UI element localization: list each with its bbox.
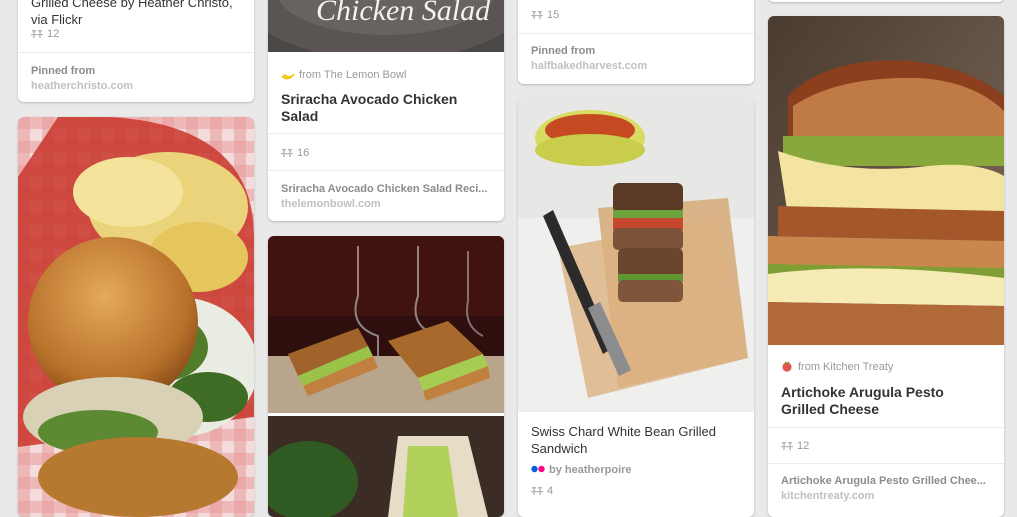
pin-attribution-text: from Kitchen Treaty (798, 361, 894, 373)
pin-card-halfbaked[interactable]: 15 Pinned from halfbakedharvest.com (518, 0, 754, 84)
pinner-attribution[interactable]: by heatherpoire (531, 464, 632, 476)
pin-title[interactable]: Sriracha Avocado Chicken Salad (281, 91, 492, 125)
repin-count[interactable]: 12 (781, 440, 809, 452)
repin-icon (531, 487, 543, 495)
artichoke-grilled-cheese-photo (768, 16, 1004, 345)
repin-count-value: 12 (47, 28, 60, 40)
image-caption: Chicken Salad (316, 0, 491, 27)
repin-icon (281, 149, 293, 157)
repin-count-value: 12 (797, 440, 810, 452)
repin-count[interactable]: 12 (31, 28, 59, 40)
pin-attribution-text: from The Lemon Bowl (299, 69, 407, 81)
pin-source-link[interactable]: halfbakedharvest.com (531, 60, 647, 72)
pin-card-sriracha-avocado[interactable]: Chicken Salad from The Lemon Bowl Srirac… (268, 0, 504, 221)
tomato-icon (782, 361, 792, 372)
divider (768, 427, 1004, 428)
repin-icon (31, 30, 43, 38)
pin-card-artichoke-pesto[interactable]: from Kitchen Treaty Artichoke Arugula Pe… (768, 16, 1004, 517)
pin-description-line: Grilled Cheese by Heather Christo, (31, 0, 233, 10)
board-title[interactable]: Sriracha Avocado Chicken Salad Reci... (281, 183, 492, 195)
pinned-from-label: Pinned from (31, 65, 96, 77)
pinned-from-label: Pinned from (531, 45, 596, 57)
pin-title[interactable]: Artichoke Arugula Pesto Grilled Cheese (781, 384, 992, 418)
divider (518, 33, 754, 34)
pin-image[interactable] (768, 16, 1004, 345)
lemon-icon (281, 73, 295, 80)
divider (268, 133, 504, 134)
pin-card-grilled-cheese[interactable]: Grilled Cheese by Heather Christo, via F… (18, 0, 254, 102)
divider (518, 411, 754, 412)
repin-count-value: 16 (297, 147, 310, 159)
pin-card-avocado-grilled-cheese[interactable] (268, 236, 504, 517)
chicken-salad-sandwich-photo (18, 117, 254, 517)
pin-description[interactable]: Swiss Chard White Bean Grilled Sandwich (531, 423, 742, 457)
pin-attribution[interactable]: from The Lemon Bowl (281, 69, 406, 81)
pin-source-link[interactable]: heatherchristo.com (31, 80, 133, 92)
pin-attribution[interactable]: from Kitchen Treaty (781, 360, 893, 373)
divider (268, 170, 504, 171)
repin-count-value: 4 (547, 485, 554, 497)
pin-card-chicken-sandwich[interactable] (18, 117, 254, 517)
pin-image[interactable] (518, 98, 754, 411)
flickr-icon (531, 465, 545, 473)
pinner-name: by heatherpoire (549, 464, 632, 476)
pin-source-link[interactable]: kitchentreaty.com (781, 490, 874, 502)
repin-count[interactable]: 16 (281, 147, 309, 159)
pin-image[interactable] (18, 117, 254, 517)
swiss-chard-sandwich-photo (518, 98, 754, 411)
pin-card-swiss-chard[interactable]: Swiss Chard White Bean Grilled Sandwich … (518, 98, 754, 517)
repin-count[interactable]: 4 (531, 485, 553, 497)
repin-count[interactable]: 15 (531, 9, 559, 21)
repin-count-value: 15 (547, 9, 560, 21)
pin-source-link[interactable]: thelemonbowl.com (281, 198, 381, 210)
repin-icon (531, 11, 543, 19)
avocado-grilled-cheese-photo (268, 236, 504, 517)
divider (18, 52, 254, 53)
repin-icon (781, 442, 793, 450)
divider (768, 463, 1004, 464)
pin-image[interactable]: Chicken Salad (268, 0, 504, 52)
pin-card-previous[interactable] (768, 0, 1004, 2)
board-title[interactable]: Artichoke Arugula Pesto Grilled Chee... (781, 475, 992, 487)
pin-description: Grilled Cheese by Heather Christo, via F… (31, 0, 242, 28)
pin-image[interactable] (268, 236, 504, 517)
pin-description-line: via Flickr (31, 12, 83, 27)
